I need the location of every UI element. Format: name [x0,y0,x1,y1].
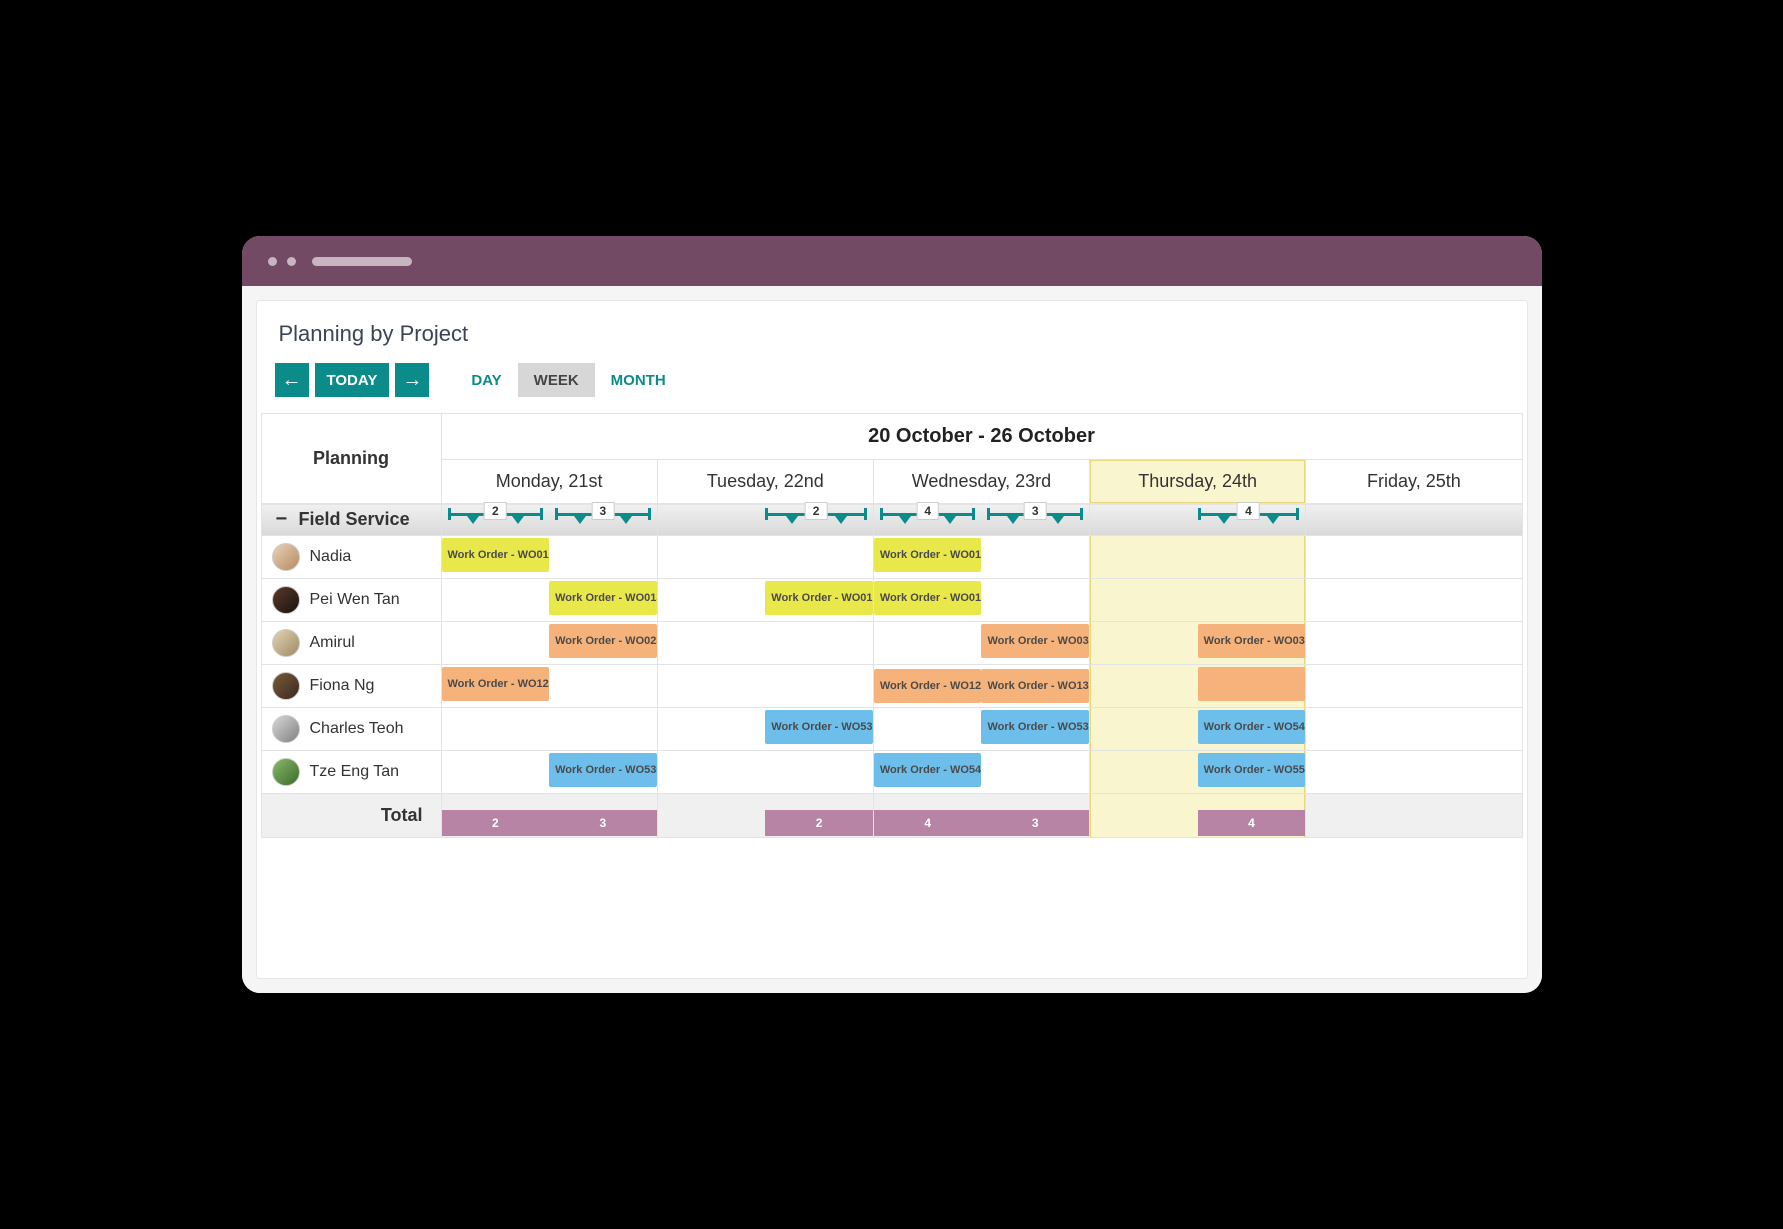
day-header-mon[interactable]: Monday, 21st [441,460,657,504]
work-order[interactable]: Work Order - WO015... [765,581,873,615]
group-count-mon: 2 3 [441,504,657,536]
resource-row-amirul: Amirul Work Order - WO023... Work Order … [261,622,1522,665]
today-button[interactable]: TODAY [315,363,390,397]
prev-button[interactable]: ← [275,363,309,397]
window-bar-icon [312,257,412,266]
view-switch: DAY WEEK MONTH [455,363,681,397]
total-row: Total 23 2 43 4 [261,794,1522,838]
view-month-button[interactable]: MONTH [595,363,682,397]
schedule-grid: Planning 20 October - 26 October Monday,… [261,413,1523,838]
group-count-thu: 4 [1090,504,1306,536]
date-range-header: 20 October - 26 October [441,414,1522,460]
view-day-button[interactable]: DAY [455,363,517,397]
collapse-icon[interactable]: − [276,508,294,531]
total-label: Total [261,794,441,838]
resource-label[interactable]: Charles Teoh [261,708,441,751]
window-dot-icon [287,257,296,266]
arrow-right-icon: → [402,369,422,392]
total-badge: 3 [549,810,657,836]
group-badge: 4 [1237,502,1260,520]
schedule-grid-wrap: Planning 20 October - 26 October Monday,… [257,413,1527,978]
work-order[interactable]: Work Order - WO538... [981,710,1089,744]
work-order[interactable]: Work Order - WO012... [442,538,550,572]
work-order[interactable]: Work Order - WO536... [549,753,657,787]
avatar [272,715,300,743]
group-count-tue: 2 [657,504,873,536]
group-name: Field Service [299,509,410,529]
view-week-button[interactable]: WEEK [518,363,595,397]
day-header-fri[interactable]: Friday, 25th [1306,460,1522,504]
work-order[interactable]: Work Order - WO124... [442,667,550,701]
total-badge: 2 [442,810,550,836]
work-order[interactable]: Work Order - WO544... [874,753,982,787]
resource-label[interactable]: Pei Wen Tan [261,579,441,622]
resource-label[interactable]: Fiona Ng [261,665,441,708]
resource-row-nadia: Nadia Work Order - WO012... Work Order -… [261,536,1522,579]
avatar [272,543,300,571]
avatar [272,758,300,786]
app-window: Planning by Project ← TODAY → DAY WEEK M… [242,236,1542,993]
resource-row-pei: Pei Wen Tan Work Order - WO013... Work O… [261,579,1522,622]
group-count-wed: 4 3 [873,504,1089,536]
total-badge: 4 [874,810,982,836]
window-titlebar [242,236,1542,286]
work-order[interactable]: Work Order - WO013... [549,581,657,615]
total-badge: 3 [981,810,1089,836]
day-header-thu[interactable]: Thursday, 24th [1090,460,1306,504]
app-body: Planning by Project ← TODAY → DAY WEEK M… [242,286,1542,993]
avatar [272,672,300,700]
group-badge: 2 [484,502,507,520]
group-badge: 3 [1024,502,1047,520]
day-header-tue[interactable]: Tuesday, 22nd [657,460,873,504]
planning-header: Planning [261,414,441,504]
resource-label[interactable]: Amirul [261,622,441,665]
page-header: Planning by Project [257,301,1527,355]
arrow-left-icon: ← [282,369,302,392]
resource-row-tze: Tze Eng Tan Work Order - WO536... Work O… [261,751,1522,794]
work-order[interactable]: Work Order - WO130... [981,669,1089,703]
avatar [272,586,300,614]
work-order[interactable]: Work Order - WO018... [874,581,982,615]
group-badge: 4 [916,502,939,520]
group-count-fri [1306,504,1522,536]
work-order[interactable]: Work Order - WO031... [981,624,1089,658]
page-title: Planning by Project [279,321,1505,347]
group-label[interactable]: − Field Service [261,504,441,536]
work-order[interactable] [1198,667,1306,701]
work-order[interactable]: Work Order - WO540... [1198,710,1306,744]
work-order[interactable]: Work Order - WO550... [1198,753,1306,787]
work-order[interactable]: Work Order - WO023... [549,624,657,658]
main-panel: Planning by Project ← TODAY → DAY WEEK M… [256,300,1528,979]
resource-row-charles: Charles Teoh Work Order - WO537... Work … [261,708,1522,751]
total-badge: 4 [1198,810,1306,836]
work-order[interactable]: Work Order - WO537... [765,710,873,744]
work-order[interactable]: Work Order - WO032... [1198,624,1306,658]
total-badge: 2 [765,810,873,836]
resource-label[interactable]: Nadia [261,536,441,579]
group-badge: 3 [592,502,615,520]
resource-label[interactable]: Tze Eng Tan [261,751,441,794]
day-header-wed[interactable]: Wednesday, 23rd [873,460,1089,504]
group-badge: 2 [805,502,828,520]
window-dot-icon [268,257,277,266]
next-button[interactable]: → [395,363,429,397]
work-order[interactable]: Work Order - WO127... [874,669,982,703]
resource-row-fiona: Fiona Ng Work Order - WO124... Work Orde… [261,665,1522,708]
work-order[interactable]: Work Order - WO016... [874,538,982,572]
toolbar: ← TODAY → DAY WEEK MONTH [257,355,1527,413]
group-row-field-service[interactable]: − Field Service 2 3 2 [261,504,1522,536]
avatar [272,629,300,657]
